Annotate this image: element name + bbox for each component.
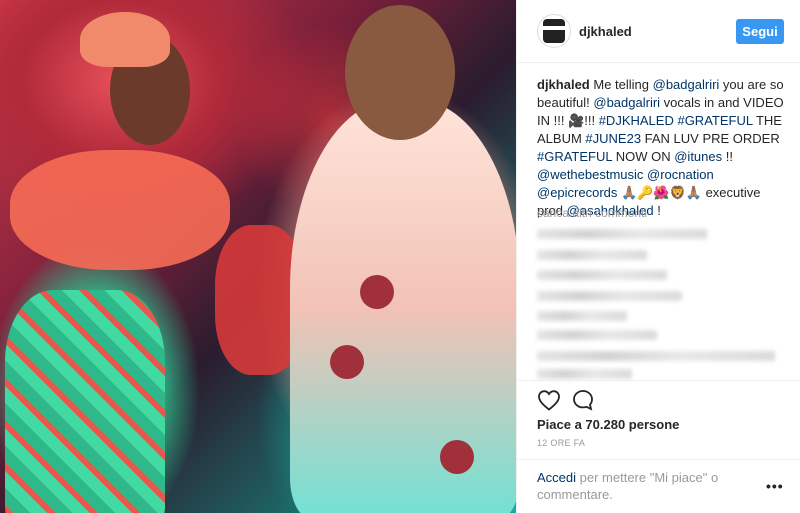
- blurred-comment: [537, 250, 647, 260]
- caption-fragment: NOW ON: [612, 149, 675, 164]
- caption-link[interactable]: @wethebestmusic: [537, 167, 643, 182]
- caption-link[interactable]: #DJKHALED: [599, 113, 674, 128]
- post-caption: djkhaled Me telling @badgalriri you are …: [537, 76, 787, 220]
- caption-fragment: Me telling: [589, 77, 653, 92]
- load-more-comments[interactable]: carica altri commenti: [537, 206, 647, 220]
- avatar-image: [543, 19, 565, 43]
- caption-link[interactable]: @badgalriri: [653, 77, 720, 92]
- blurred-comment: [537, 291, 682, 301]
- post-timestamp: 12 ORE FA: [537, 438, 586, 448]
- caption-text: Me telling @badgalriri you are so beauti…: [537, 77, 784, 218]
- actions-divider: [517, 380, 800, 381]
- blurred-comment: [537, 311, 627, 321]
- heart-icon[interactable]: [537, 389, 561, 411]
- blurred-comment: [537, 229, 707, 239]
- caption-fragment: !: [653, 203, 661, 218]
- blurred-comment: [537, 330, 657, 340]
- follow-button[interactable]: Segui: [736, 19, 784, 44]
- caption-link[interactable]: #GRATEFUL: [677, 113, 752, 128]
- blurred-comment: [537, 369, 632, 379]
- post-header: djkhaled Segui: [517, 0, 800, 63]
- caption-link[interactable]: #JUNE23: [585, 131, 641, 146]
- caption-link[interactable]: #GRATEFUL: [537, 149, 612, 164]
- caption-author[interactable]: djkhaled: [537, 77, 590, 92]
- caption-link[interactable]: @itunes: [674, 149, 722, 164]
- post-photo[interactable]: [0, 0, 516, 513]
- more-options-icon[interactable]: •••: [766, 478, 784, 494]
- blurred-comment: [537, 270, 667, 280]
- photo-shirt: [290, 100, 516, 513]
- likes-count[interactable]: Piace a 70.280 persone: [537, 417, 679, 432]
- caption-fragment: FAN LUV PRE ORDER: [641, 131, 780, 146]
- username[interactable]: djkhaled: [579, 24, 632, 39]
- login-link[interactable]: Accedi: [537, 470, 576, 485]
- caption-fragment: !!: [722, 149, 733, 164]
- login-divider: [517, 459, 800, 460]
- avatar[interactable]: [537, 14, 571, 48]
- photo-flower: [360, 275, 394, 309]
- photo-head-right: [345, 5, 455, 140]
- photo-flower: [330, 345, 364, 379]
- photo-top: [10, 150, 230, 270]
- photo-flower: [440, 440, 474, 474]
- login-prompt: Accedi per mettere "Mi piace" o commenta…: [537, 469, 757, 503]
- caption-link[interactable]: @badgalriri: [593, 95, 660, 110]
- caption-link[interactable]: @epicrecords: [537, 185, 617, 200]
- photo-pants: [5, 290, 165, 513]
- photo-headscarf: [80, 12, 170, 67]
- comment-bubble-icon[interactable]: [572, 389, 594, 411]
- caption-link[interactable]: @rocnation: [647, 167, 714, 182]
- post-side-panel: djkhaled Segui djkhaled Me telling @badg…: [516, 0, 800, 513]
- blurred-comment: [537, 351, 775, 361]
